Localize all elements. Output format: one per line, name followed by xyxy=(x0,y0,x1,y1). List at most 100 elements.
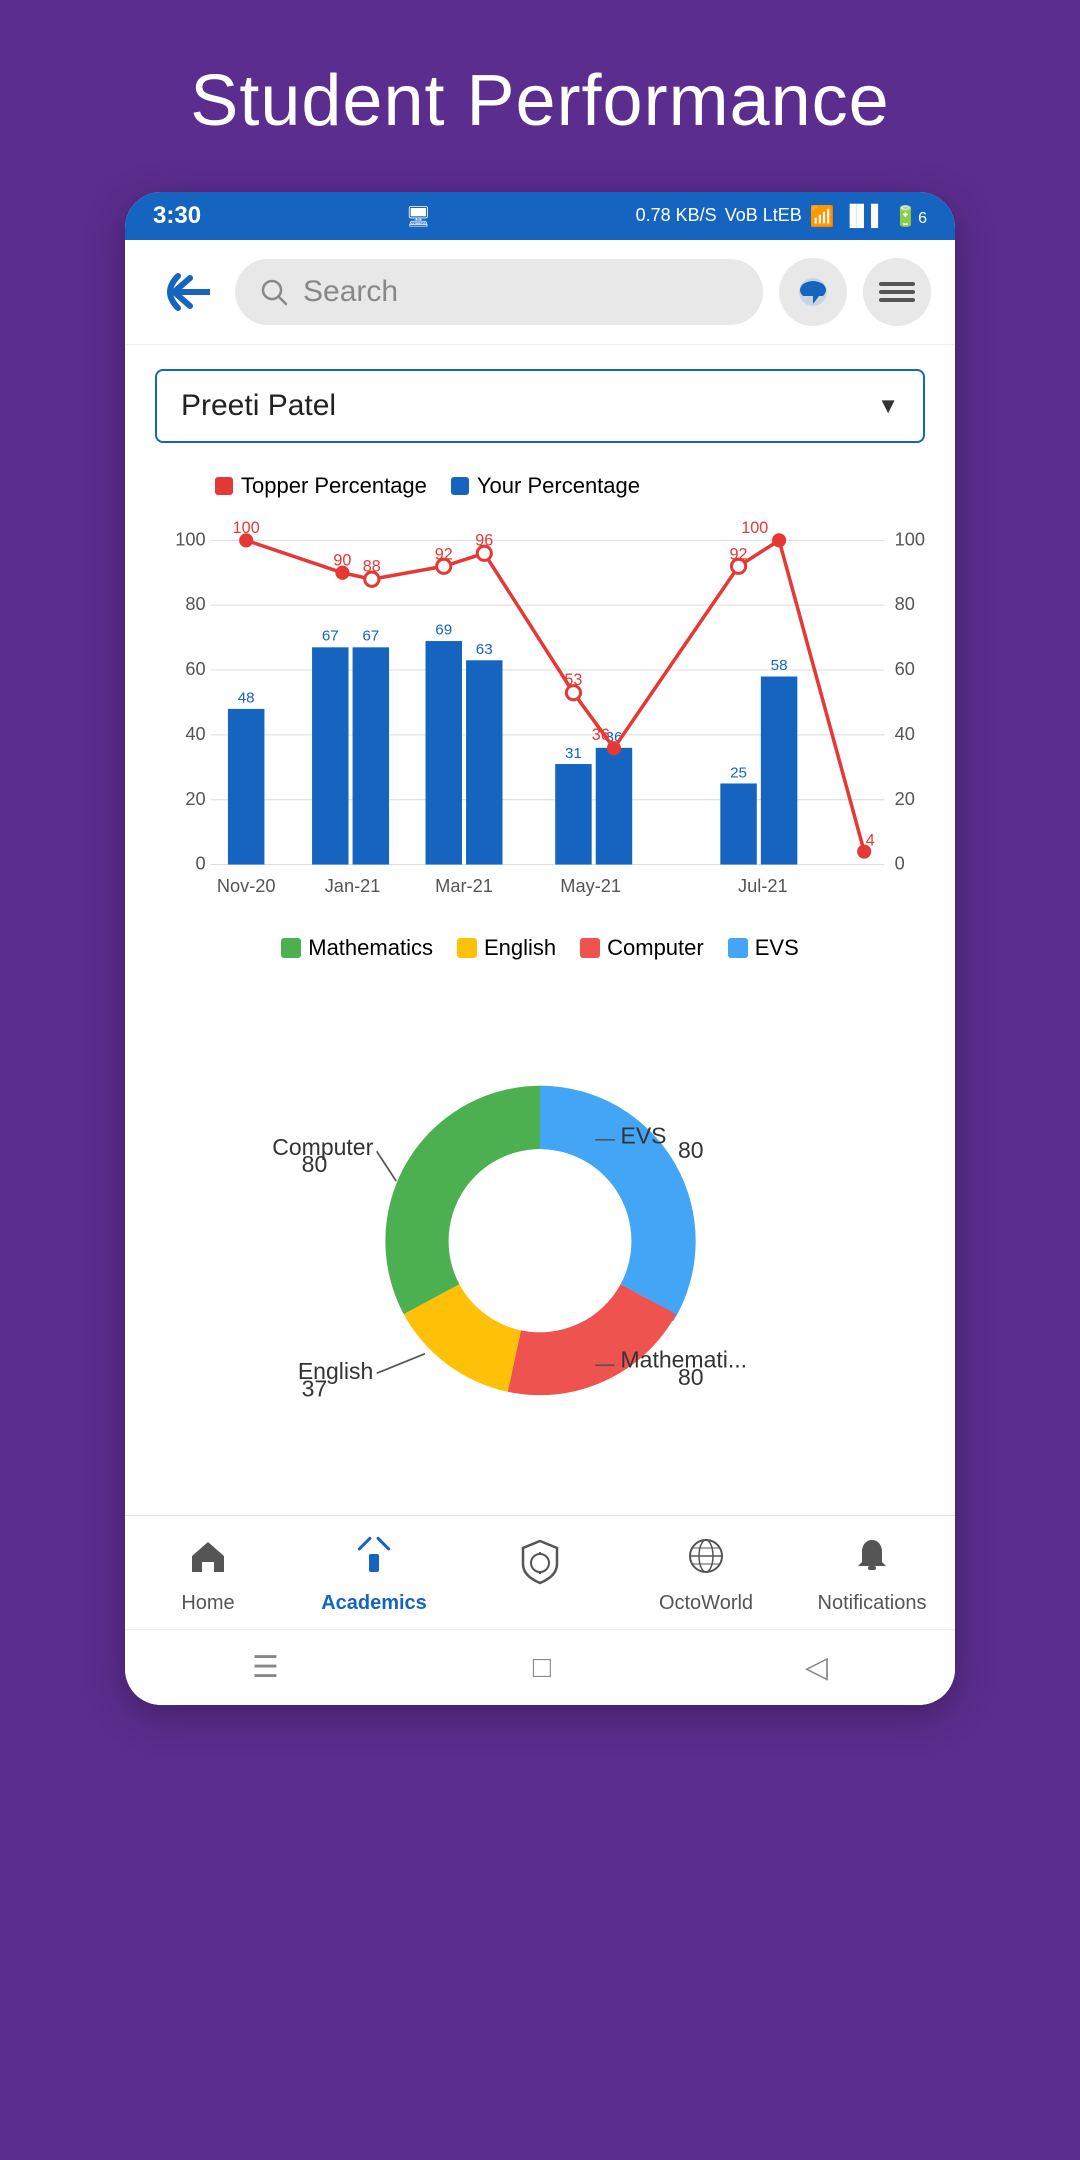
nav-octoworld[interactable]: OctoWorld xyxy=(646,1536,766,1615)
computer-color xyxy=(580,938,600,958)
svg-text:80: 80 xyxy=(302,1151,328,1177)
svg-text:Mar-21: Mar-21 xyxy=(435,875,493,896)
donut-chart-section: EVS 80 Computer 80 English 37 Mathemati.… xyxy=(155,981,925,1491)
subject-legend: Mathematics English Computer EVS xyxy=(155,935,925,961)
svg-text:40: 40 xyxy=(185,723,205,744)
network-speed: 0.78 KB/S xyxy=(636,205,717,227)
svg-text:53: 53 xyxy=(564,671,582,689)
student-dropdown[interactable]: Preeti Patel ▼ xyxy=(155,369,925,443)
dropdown-arrow-icon: ▼ xyxy=(877,393,899,419)
svg-text:69: 69 xyxy=(435,622,452,639)
home-label: Home xyxy=(181,1592,234,1615)
phone-frame: 3:30 🖥 0.78 KB/S VoB LtEB 📶 ▐▌▌ 🔋6 Searc… xyxy=(125,192,955,1705)
back-button[interactable] xyxy=(149,262,219,322)
android-nav: ☰ □ ◁ xyxy=(125,1629,955,1705)
svg-text:96: 96 xyxy=(475,531,493,549)
svg-text:4: 4 xyxy=(866,831,875,849)
nav-home[interactable]: Home xyxy=(148,1536,268,1615)
svg-text:48: 48 xyxy=(238,689,255,706)
svg-text:0: 0 xyxy=(895,853,905,874)
svg-text:40: 40 xyxy=(895,723,915,744)
nav-notifications[interactable]: Notifications xyxy=(812,1536,932,1615)
main-content: Preeti Patel ▼ Topper Percentage Your Pe… xyxy=(125,345,955,1515)
svg-text:80: 80 xyxy=(678,1364,704,1390)
svg-text:60: 60 xyxy=(895,658,915,679)
svg-text:80: 80 xyxy=(678,1137,704,1163)
status-right: 0.78 KB/S VoB LtEB 📶 ▐▌▌ 🔋6 xyxy=(636,204,927,229)
svg-text:90: 90 xyxy=(333,552,351,570)
battery-icon: 🔋6 xyxy=(893,204,927,229)
signal-bars: ▐▌▌ xyxy=(843,205,886,228)
english-color xyxy=(457,938,477,958)
svg-text:Jan-21: Jan-21 xyxy=(325,875,381,896)
svg-text:37: 37 xyxy=(302,1376,328,1402)
academics-icon xyxy=(354,1536,394,1586)
chat-button[interactable] xyxy=(779,258,847,326)
home-icon xyxy=(188,1536,228,1586)
svg-text:100: 100 xyxy=(175,528,205,549)
svg-text:100: 100 xyxy=(895,528,925,549)
donut-center xyxy=(450,1152,629,1331)
legend-evs: EVS xyxy=(728,935,799,961)
computer-label: Computer xyxy=(607,935,704,961)
svg-text:0: 0 xyxy=(196,853,206,874)
legend-computer: Computer xyxy=(580,935,704,961)
nav-academics[interactable]: Academics xyxy=(314,1536,434,1615)
svg-text:25: 25 xyxy=(730,764,747,781)
android-menu-button[interactable]: ☰ xyxy=(252,1650,279,1685)
svg-text:36: 36 xyxy=(592,726,610,744)
octoworld-label: OctoWorld xyxy=(659,1592,753,1615)
android-home-button[interactable]: □ xyxy=(533,1651,551,1685)
svg-text:Nov-20: Nov-20 xyxy=(217,875,276,896)
bar-jul21b xyxy=(761,676,797,864)
octoworld-icon xyxy=(686,1536,726,1586)
svg-text:67: 67 xyxy=(362,628,379,645)
status-time: 3:30 xyxy=(153,202,201,230)
bar-may21a xyxy=(555,764,591,865)
status-bar: 3:30 🖥 0.78 KB/S VoB LtEB 📶 ▐▌▌ 🔋6 xyxy=(125,192,955,240)
topper-legend: Topper Percentage xyxy=(215,473,427,499)
bar-may21b xyxy=(596,748,632,865)
bar-jul21a xyxy=(720,783,756,864)
svg-text:80: 80 xyxy=(895,593,915,614)
your-color xyxy=(451,477,469,495)
search-box[interactable]: Search xyxy=(235,259,763,325)
center-shield-icon xyxy=(515,1536,565,1596)
bar-mar21a xyxy=(426,641,462,864)
network-type: VoB LtEB xyxy=(725,205,802,227)
svg-text:92: 92 xyxy=(435,546,453,564)
evs-chart-label: EVS xyxy=(621,1123,667,1149)
svg-text:Jul-21: Jul-21 xyxy=(738,875,788,896)
svg-text:92: 92 xyxy=(730,546,748,564)
bottom-nav: Home Academics xyxy=(125,1515,955,1629)
math-label: Mathematics xyxy=(308,935,433,961)
dot-100b xyxy=(772,533,786,547)
your-legend: Your Percentage xyxy=(451,473,640,499)
svg-text:20: 20 xyxy=(895,788,915,809)
search-placeholder: Search xyxy=(303,275,398,309)
svg-text:80: 80 xyxy=(185,593,205,614)
svg-text:88: 88 xyxy=(363,558,381,576)
math-color xyxy=(281,938,301,958)
evs-label: EVS xyxy=(755,935,799,961)
svg-text:31: 31 xyxy=(565,745,582,762)
nav-center[interactable] xyxy=(480,1536,600,1615)
svg-text:100: 100 xyxy=(741,519,768,537)
student-name: Preeti Patel xyxy=(181,389,336,423)
android-back-button[interactable]: ◁ xyxy=(805,1650,828,1685)
bar-jan21b xyxy=(353,647,389,864)
svg-text:20: 20 xyxy=(185,788,205,809)
donut-chart: EVS 80 Computer 80 English 37 Mathemati.… xyxy=(190,1011,890,1471)
signal-icon: 📶 xyxy=(810,204,835,229)
chart-legend: Topper Percentage Your Percentage xyxy=(155,473,925,499)
bar-jan21a xyxy=(312,647,348,864)
page-title: Student Performance xyxy=(190,0,889,192)
bar-nov20 xyxy=(228,709,264,865)
svg-text:58: 58 xyxy=(771,657,788,674)
evs-color xyxy=(728,938,748,958)
svg-text:60: 60 xyxy=(185,658,205,679)
bar-line-chart: 100 80 60 40 20 0 100 80 60 40 20 0 xyxy=(155,515,925,920)
menu-button[interactable] xyxy=(863,258,931,326)
svg-text:May-21: May-21 xyxy=(560,875,621,896)
bar-mar21b xyxy=(466,660,502,864)
